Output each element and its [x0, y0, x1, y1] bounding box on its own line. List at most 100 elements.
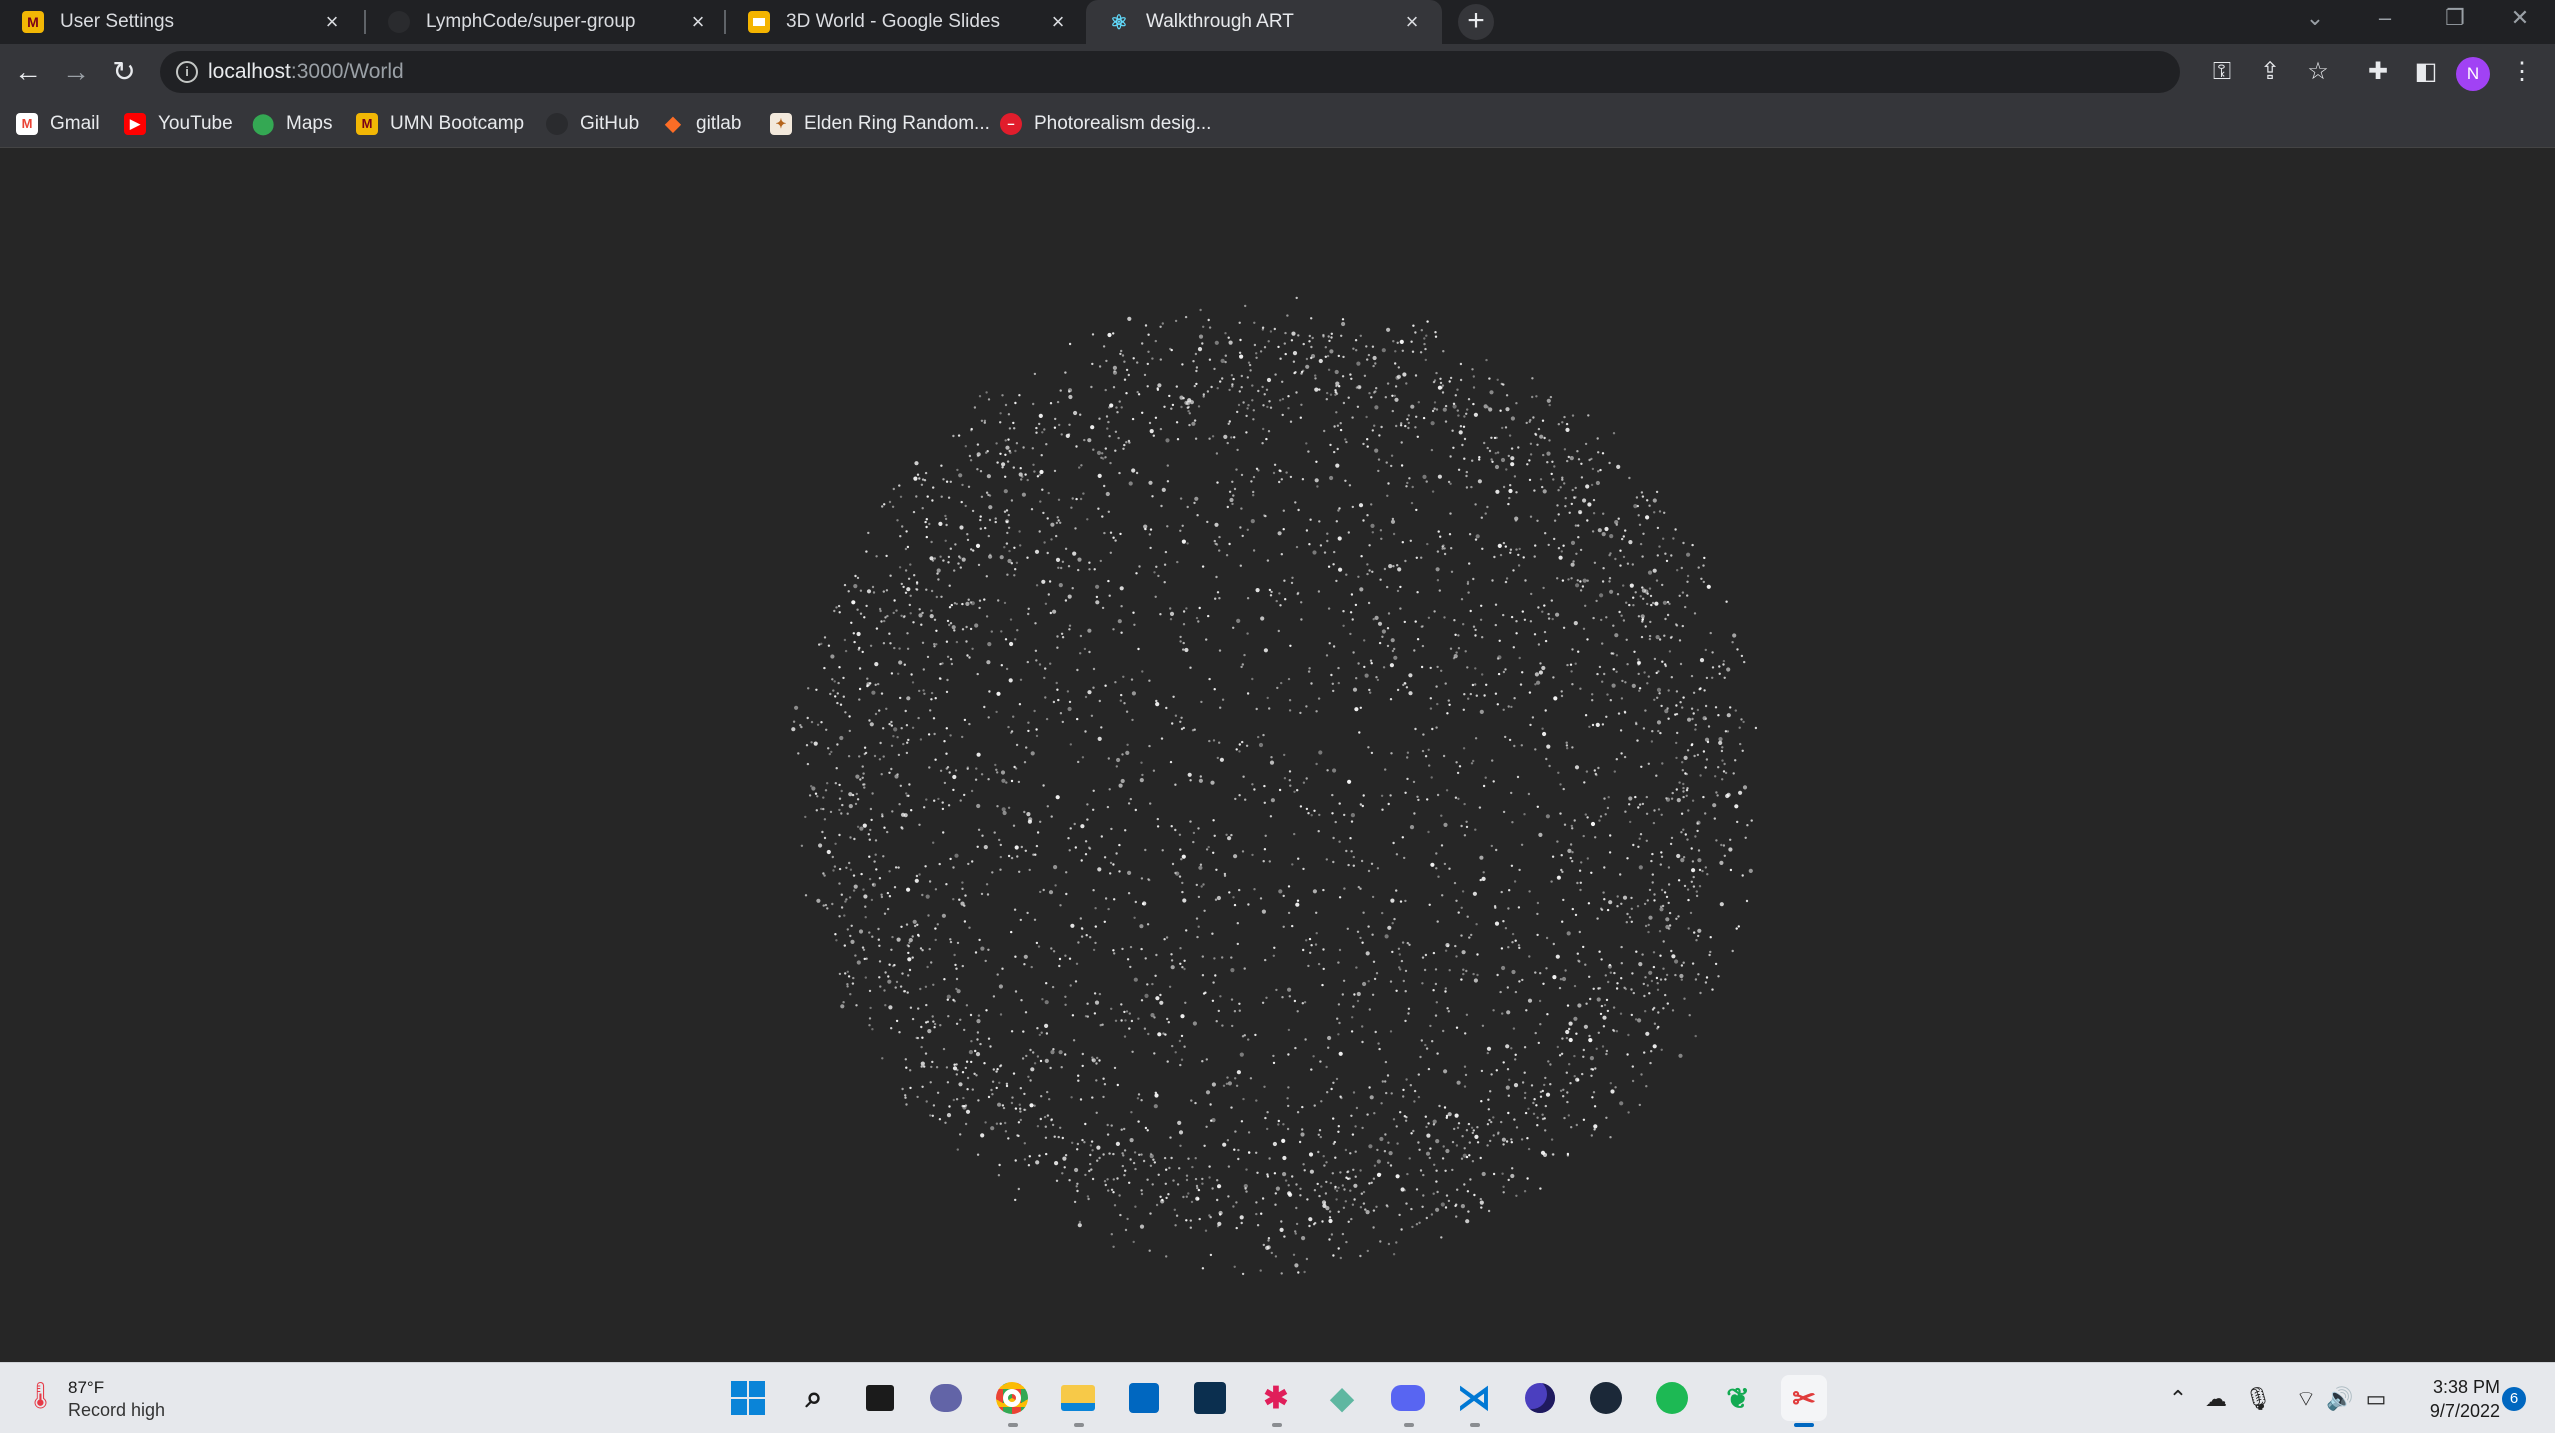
show-hidden-icons-chevron-icon[interactable]: ⌃ [2162, 1383, 2194, 1415]
bookmark-github[interactable]: GitHub [546, 110, 639, 138]
particle [1070, 1096, 1073, 1099]
particle [1286, 1097, 1289, 1100]
particle [824, 789, 828, 792]
wifi-icon[interactable]: ⌔ [2290, 1383, 2322, 1415]
particle [938, 521, 943, 526]
particle [1360, 1192, 1364, 1195]
bookmark-maps[interactable]: ⬤ Maps [252, 110, 332, 138]
particle [1514, 1058, 1517, 1061]
particle [1405, 485, 1408, 488]
particle [1215, 452, 1219, 455]
search-icon[interactable]: ⌕ [791, 1375, 837, 1421]
particle [1696, 822, 1699, 825]
particle [1119, 352, 1122, 356]
bookmark-star-icon[interactable]: ☆ [2300, 54, 2336, 90]
restore-icon[interactable]: ❐ [2420, 0, 2490, 36]
system-clock[interactable]: 3:38 PM 9/7/2022 [2400, 1375, 2500, 1423]
gitkraken-icon[interactable]: ◆ [1319, 1375, 1365, 1421]
notification-badge[interactable]: 6 [2502, 1387, 2526, 1411]
microphone-icon[interactable]: 🎙 [2242, 1383, 2274, 1415]
reload-icon[interactable]: ↻ [104, 52, 144, 92]
particle [1533, 1098, 1536, 1101]
particle [1463, 693, 1466, 696]
particle [952, 866, 955, 869]
particle [988, 690, 991, 693]
mongodb-compass-icon[interactable]: ❦ [1715, 1375, 1761, 1421]
minimize-icon[interactable]: – [2350, 0, 2420, 36]
bookmark-youtube[interactable]: ▶ YouTube [124, 110, 233, 138]
particle [1298, 1140, 1302, 1144]
close-icon[interactable]: × [1400, 10, 1424, 34]
particle [1502, 1143, 1505, 1146]
particle [1401, 836, 1405, 839]
close-icon[interactable]: × [320, 10, 344, 34]
particle [1675, 788, 1679, 791]
microsoft-store-icon[interactable] [1121, 1375, 1167, 1421]
particle [880, 895, 884, 899]
task-view-icon[interactable] [857, 1375, 903, 1421]
bookmark-gmail[interactable]: M Gmail [16, 110, 100, 138]
particle [1027, 612, 1030, 616]
tab-user-settings[interactable]: M User Settings × [0, 0, 362, 44]
tab-walkthrough-art[interactable]: ⚛ Walkthrough ART × [1086, 0, 1442, 44]
particle-sphere-canvas[interactable] [0, 149, 2555, 1362]
spotify-icon[interactable] [1649, 1375, 1695, 1421]
address-bar[interactable]: i localhost:3000/World [160, 51, 2180, 93]
particle [1577, 959, 1580, 962]
close-icon[interactable]: × [1046, 10, 1070, 34]
share-icon[interactable]: ⇪ [2252, 54, 2288, 90]
side-panel-icon[interactable]: ◧ [2408, 54, 2444, 90]
particle [1295, 1222, 1299, 1226]
particle [1318, 388, 1321, 391]
site-info-icon[interactable]: i [176, 61, 198, 83]
particle [1068, 849, 1071, 852]
particle [1239, 564, 1243, 567]
teams-chat-icon[interactable] [923, 1375, 969, 1421]
bookmark-elden-ring[interactable]: ✦ Elden Ring Random... [770, 110, 990, 138]
particle [965, 601, 970, 606]
key-icon[interactable]: ⚿ [2204, 54, 2240, 90]
forward-arrow-icon[interactable]: → [56, 52, 96, 92]
onedrive-cloud-icon[interactable]: ☁ [2200, 1383, 2232, 1415]
particle [1566, 459, 1569, 463]
particle [1364, 1208, 1367, 1211]
snipping-tool-icon[interactable]: ✂ [1781, 1375, 1827, 1421]
vscode-icon[interactable]: ⋊ [1451, 1375, 1497, 1421]
discord-icon[interactable] [1385, 1375, 1431, 1421]
bookmark-photorealism[interactable]: – Photorealism desig... [1000, 110, 1211, 138]
particle [1353, 1198, 1356, 1201]
particle [859, 826, 864, 831]
particle [1316, 1182, 1319, 1186]
particle [1058, 957, 1062, 961]
file-explorer-icon[interactable] [1055, 1375, 1101, 1421]
unknown-moon-icon[interactable] [1517, 1375, 1563, 1421]
extensions-puzzle-icon[interactable]: ✚ [2360, 54, 2396, 90]
windows-start-icon[interactable] [725, 1375, 771, 1421]
chrome-icon[interactable] [989, 1375, 1035, 1421]
tab-lymphcode[interactable]: LymphCode/super-group × [366, 0, 728, 44]
profile-avatar[interactable]: N [2456, 57, 2490, 91]
menu-kebab-icon[interactable]: ⋮ [2504, 54, 2540, 90]
particle [1474, 538, 1478, 541]
new-tab-button[interactable]: + [1458, 4, 1494, 40]
particle [1045, 443, 1048, 446]
back-arrow-icon[interactable]: ← [8, 52, 48, 92]
weather-widget[interactable]: 🌡 87°F Record high [24, 1377, 165, 1421]
window-close-icon[interactable]: ✕ [2485, 0, 2555, 36]
particle [878, 709, 881, 712]
bookmark-gitlab[interactable]: ◆ gitlab [662, 110, 741, 138]
unknown-app-icon[interactable] [1187, 1375, 1233, 1421]
close-icon[interactable]: × [686, 10, 710, 34]
steam-icon[interactable] [1583, 1375, 1629, 1421]
battery-icon[interactable]: ▭ [2360, 1383, 2392, 1415]
bookmark-umn-bootcamp[interactable]: M UMN Bootcamp [356, 110, 524, 138]
tab-google-slides[interactable]: 3D World - Google Slides × [726, 0, 1088, 44]
particle [1000, 630, 1003, 633]
tab-search-chevron-icon[interactable]: ⌄ [2280, 0, 2350, 36]
particle [1245, 1168, 1248, 1171]
particle [1455, 1215, 1458, 1218]
volume-icon[interactable]: 🔊 [2324, 1383, 2356, 1415]
slack-icon[interactable]: ✱ [1253, 1375, 1299, 1421]
particle [1513, 1118, 1516, 1121]
particle [1686, 580, 1689, 583]
